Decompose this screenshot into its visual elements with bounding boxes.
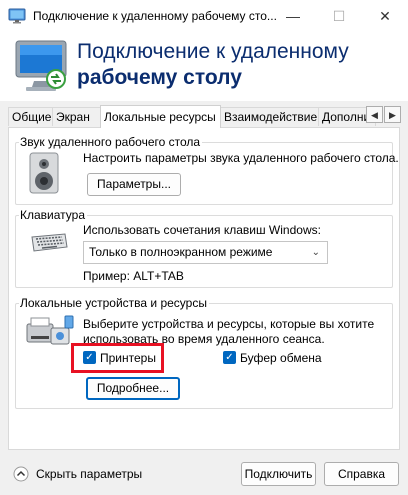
header-banner: Подключение к удаленному рабочему столу <box>0 33 408 101</box>
speaker-icon <box>29 152 59 194</box>
tab-experience[interactable]: Взаимодействие <box>220 107 319 126</box>
devices-description-line1: Выберите устройства и ресурсы, которые в… <box>83 317 375 331</box>
hide-options-toggle[interactable] <box>13 466 29 482</box>
tab-local-resources[interactable]: Локальные ресурсы <box>100 105 221 128</box>
sound-settings-button[interactable]: Параметры... <box>87 173 181 196</box>
tab-display[interactable]: Экран <box>52 107 101 126</box>
keyboard-example: Пример: ALT+TAB <box>83 269 184 283</box>
devices-icon <box>26 315 74 345</box>
app-icon <box>8 8 26 24</box>
devices-more-button[interactable]: Подробнее... <box>86 377 180 400</box>
window-title: Подключение к удаленному рабочему сто... <box>33 9 277 23</box>
printers-checkbox[interactable]: ✓ <box>83 351 96 364</box>
keyboard-mode-select[interactable]: Только в полноэкранном режиме ⌄ <box>83 241 328 264</box>
minimize-button[interactable]: — <box>270 0 316 33</box>
chevron-up-icon <box>13 466 29 482</box>
tab-scroll-left-button[interactable]: ◀ <box>366 106 383 123</box>
banner-title-line1: Подключение к удаленному <box>77 40 349 63</box>
tab-general[interactable]: Общие <box>8 107 53 126</box>
banner-title-line2: рабочему столу <box>77 66 242 89</box>
sound-description: Настроить параметры звука удаленного раб… <box>83 151 399 165</box>
sound-group-label: Звук удаленного рабочего стола <box>19 135 203 149</box>
keyboard-description: Использовать сочетания клавиш Windows: <box>83 223 321 237</box>
title-bar: Подключение к удаленному рабочему сто...… <box>0 0 408 33</box>
tab-scroll-buttons: ◀ ▶ <box>366 106 402 124</box>
keyboard-group-label: Клавиатура <box>19 208 87 222</box>
hide-options-label[interactable]: Скрыть параметры <box>36 467 142 481</box>
close-button[interactable]: ✕ <box>362 0 408 33</box>
connect-button[interactable]: Подключить <box>241 462 316 486</box>
keyboard-icon <box>31 233 68 252</box>
clipboard-checkbox[interactable]: ✓ <box>223 351 236 364</box>
keyboard-mode-value: Только в полноэкранном режиме <box>89 245 273 259</box>
remote-desktop-icon <box>15 40 67 91</box>
maximize-button[interactable]: ☐ <box>316 0 362 33</box>
clipboard-label[interactable]: Буфер обмена <box>240 351 322 365</box>
printers-label[interactable]: Принтеры <box>100 351 156 365</box>
help-button[interactable]: Справка <box>324 462 399 486</box>
tab-panel: Звук удаленного рабочего стола Настроить… <box>8 127 400 450</box>
chevron-down-icon: ⌄ <box>311 247 320 258</box>
devices-group-label: Локальные устройства и ресурсы <box>19 296 209 310</box>
tab-scroll-right-button[interactable]: ▶ <box>384 106 401 123</box>
